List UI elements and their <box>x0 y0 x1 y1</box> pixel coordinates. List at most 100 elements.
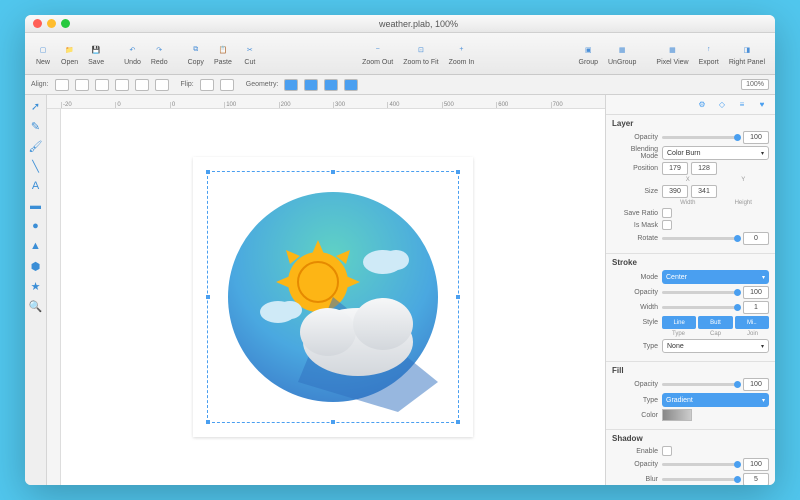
flip-v-button[interactable] <box>220 79 234 91</box>
minimize-icon[interactable] <box>47 19 56 28</box>
titlebar: weather.plab, 100% <box>25 15 775 33</box>
export-button[interactable]: ↑Export <box>695 40 723 68</box>
copy-icon: ⧉ <box>188 42 204 58</box>
pen-tool[interactable]: ✎ <box>29 119 43 133</box>
zoom-out-button[interactable]: −Zoom Out <box>358 40 397 68</box>
polygon-tool[interactable]: ⬢ <box>29 259 43 273</box>
tab-layers-icon[interactable]: ◇ <box>715 98 729 112</box>
magnify-tool[interactable]: 🔍 <box>29 299 43 313</box>
is-mask-checkbox[interactable] <box>662 220 672 230</box>
brush-tool[interactable]: 🖌 <box>29 139 43 153</box>
panel-icon: ◨ <box>739 42 755 58</box>
save-ratio-checkbox[interactable] <box>662 208 672 218</box>
handle-ml[interactable] <box>205 294 211 300</box>
handle-bl[interactable] <box>205 419 211 425</box>
rotate-input[interactable]: 0 <box>743 232 769 245</box>
zoom-select[interactable]: 100% <box>741 79 769 90</box>
rotate-slider[interactable] <box>662 237 739 240</box>
stroke-width-input[interactable]: 1 <box>743 301 769 314</box>
align-right-button[interactable] <box>95 79 109 91</box>
align-center-button[interactable] <box>75 79 89 91</box>
save-button[interactable]: 💾Save <box>84 40 108 68</box>
tab-presets-icon[interactable]: ≡ <box>735 98 749 112</box>
paste-button[interactable]: 📋Paste <box>210 40 236 68</box>
fill-opacity-input[interactable]: 100 <box>743 378 769 391</box>
tab-favorites-icon[interactable]: ♥ <box>755 98 769 112</box>
shadow-enable-checkbox[interactable] <box>662 446 672 456</box>
window-title: weather.plab, 100% <box>70 19 767 29</box>
new-file-icon: ▢ <box>35 42 51 58</box>
ruler-horizontal: -2000100200300400500600700 <box>47 95 605 109</box>
stroke-type-select[interactable]: None <box>662 339 769 353</box>
stroke-style-segment[interactable]: LineButtMi.. <box>662 316 769 329</box>
fill-type-select[interactable]: Gradient <box>662 393 769 407</box>
line-tool[interactable]: ╲ <box>29 159 43 173</box>
align-bottom-button[interactable] <box>155 79 169 91</box>
geo-union-button[interactable] <box>284 79 298 91</box>
artboard[interactable] <box>193 157 473 437</box>
stroke-opacity-input[interactable]: 100 <box>743 286 769 299</box>
handle-mr[interactable] <box>455 294 461 300</box>
layer-opacity-input[interactable]: 100 <box>743 131 769 144</box>
stroke-width-slider[interactable] <box>662 306 739 309</box>
geo-intersect-button[interactable] <box>324 79 338 91</box>
blend-mode-select[interactable]: Color Burn <box>662 146 769 160</box>
shadow-opacity-slider[interactable] <box>662 463 739 466</box>
canvas[interactable] <box>61 109 605 485</box>
triangle-tool[interactable]: ▲ <box>29 239 43 253</box>
section-title: Stroke <box>612 258 769 267</box>
stroke-opacity-slider[interactable] <box>662 291 739 294</box>
geo-exclude-button[interactable] <box>344 79 358 91</box>
shadow-blur-slider[interactable] <box>662 478 739 481</box>
zoom-fit-button[interactable]: ⊡Zoom to Fit <box>399 40 442 68</box>
flip-label: Flip: <box>181 81 194 88</box>
rect-tool[interactable]: ▬ <box>29 199 43 213</box>
handle-tr[interactable] <box>455 169 461 175</box>
stroke-mode-select[interactable]: Center <box>662 270 769 284</box>
section-layer: Layer Opacity100 Blending ModeColor Burn… <box>606 115 775 254</box>
shadow-opacity-input[interactable]: 100 <box>743 458 769 471</box>
star-tool[interactable]: ★ <box>29 279 43 293</box>
undo-button[interactable]: ↶Undo <box>120 40 145 68</box>
copy-button[interactable]: ⧉Copy <box>184 40 208 68</box>
group-button[interactable]: ▣Group <box>575 40 602 68</box>
select-tool[interactable]: ➚ <box>29 99 43 113</box>
canvas-area: -2000100200300400500600700 <box>47 95 605 485</box>
pos-y-input[interactable]: 128 <box>691 162 717 175</box>
align-middle-button[interactable] <box>135 79 149 91</box>
handle-tl[interactable] <box>205 169 211 175</box>
layer-opacity-slider[interactable] <box>662 136 739 139</box>
text-tool[interactable]: A <box>29 179 43 193</box>
fill-color-swatch[interactable] <box>662 409 692 421</box>
cut-button[interactable]: ✂Cut <box>238 40 262 68</box>
size-w-input[interactable]: 390 <box>662 185 688 198</box>
close-icon[interactable] <box>33 19 42 28</box>
size-h-input[interactable]: 341 <box>691 185 717 198</box>
flip-h-button[interactable] <box>200 79 214 91</box>
ungroup-button[interactable]: ▦UnGroup <box>604 40 640 68</box>
redo-button[interactable]: ↷Redo <box>147 40 172 68</box>
circle-tool[interactable]: ● <box>29 219 43 233</box>
handle-bm[interactable] <box>330 419 336 425</box>
fill-opacity-slider[interactable] <box>662 383 739 386</box>
geo-subtract-button[interactable] <box>304 79 318 91</box>
zoom-icon[interactable] <box>61 19 70 28</box>
zoom-in-button[interactable]: +Zoom In <box>445 40 479 68</box>
right-panel-button[interactable]: ◨Right Panel <box>725 40 769 68</box>
redo-icon: ↷ <box>151 42 167 58</box>
save-icon: 💾 <box>88 42 104 58</box>
selection-box[interactable] <box>207 171 459 423</box>
tab-adjustments-icon[interactable]: ⚙ <box>695 98 709 112</box>
pixel-view-button[interactable]: ▦Pixel View <box>652 40 692 68</box>
pos-x-input[interactable]: 179 <box>662 162 688 175</box>
handle-br[interactable] <box>455 419 461 425</box>
align-top-button[interactable] <box>115 79 129 91</box>
inspector-panel: ⚙ ◇ ≡ ♥ Layer Opacity100 Blending ModeCo… <box>605 95 775 485</box>
shadow-blur-input[interactable]: 5 <box>743 473 769 485</box>
open-button[interactable]: 📁Open <box>57 40 82 68</box>
paste-icon: 📋 <box>215 42 231 58</box>
align-left-button[interactable] <box>55 79 69 91</box>
new-button[interactable]: ▢New <box>31 40 55 68</box>
handle-tm[interactable] <box>330 169 336 175</box>
window-controls <box>33 19 70 28</box>
